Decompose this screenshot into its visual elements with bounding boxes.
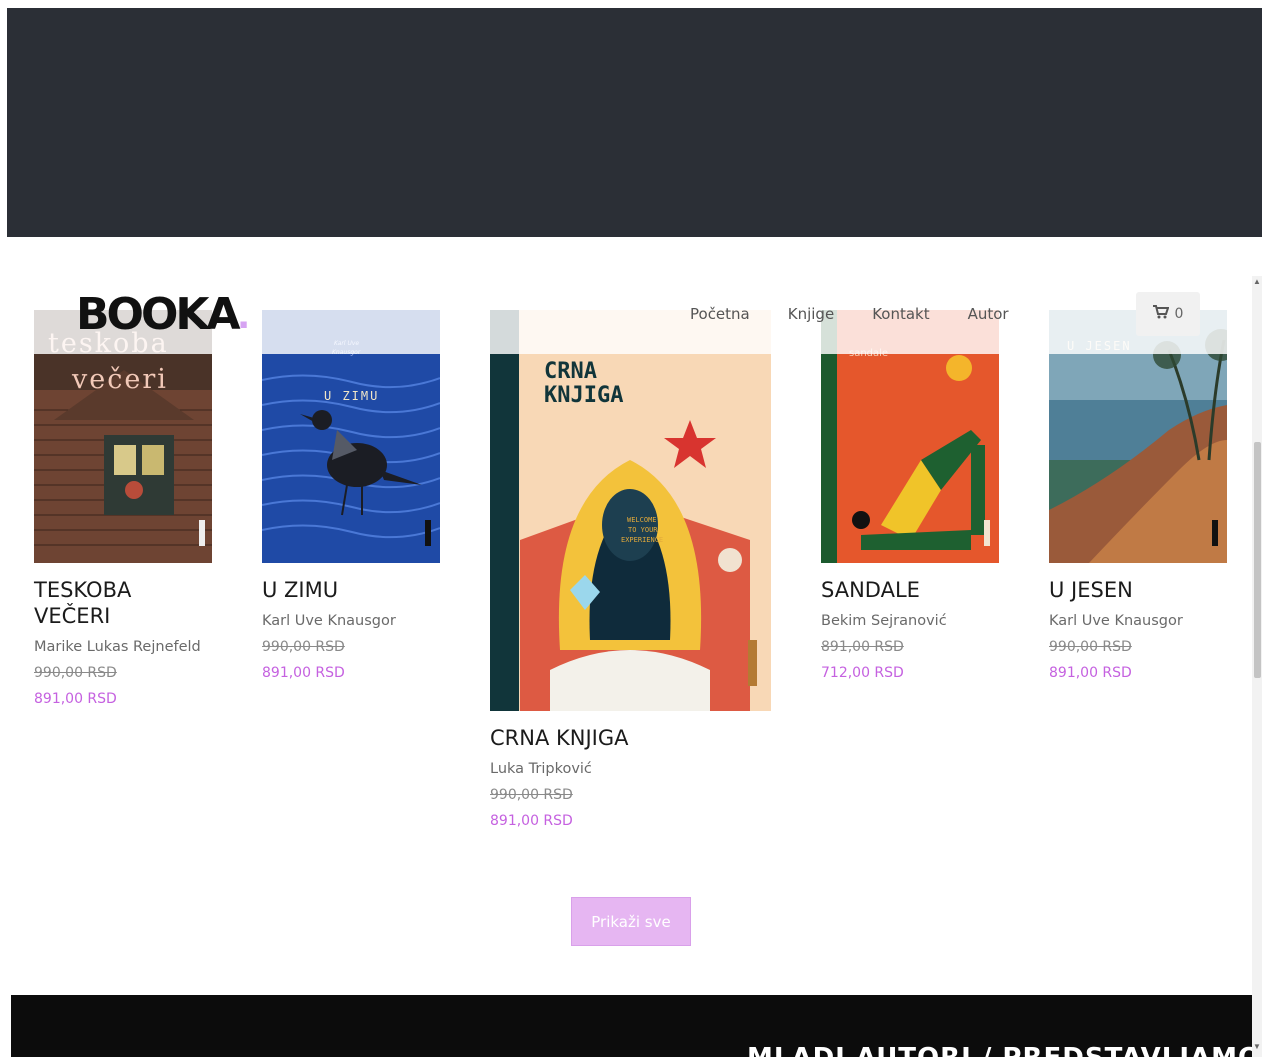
svg-text:TO YOUR: TO YOUR [628,526,658,534]
nav-item-knjige[interactable]: Knjige [788,305,834,323]
svg-text:U ZIMU: U ZIMU [324,389,379,403]
product-title[interactable]: U ZIMU [262,577,440,603]
product-card[interactable]: U JESEN U JESEN Karl Uve Knausgor 990,00… [1049,310,1227,681]
product-author: Karl Uve Knausgor [1049,613,1183,629]
nav-item-kontakt[interactable]: Kontakt [872,305,929,323]
product-title[interactable]: TESKOBA VEČERI [34,577,184,629]
main-nav: Početna Knjige Kontakt Autor [690,305,1009,323]
product-card[interactable]: sandale SANDALE Bekim Sejranović 891,00 … [821,310,999,681]
product-old-price: 891,00 RSD [821,639,904,655]
cart-button[interactable]: 0 [1136,292,1200,336]
scrollbar-thumb[interactable] [1254,442,1261,678]
product-title[interactable]: U JESEN [1049,577,1227,603]
book-cover[interactable]: CRNA KNJIGA WELCOME TO YOUR EXPERIENCE [490,310,771,711]
site-logo[interactable]: BOOKA. [76,288,250,340]
product-author: Luka Tripković [490,761,592,777]
nav-item-pocetna[interactable]: Početna [690,305,750,323]
product-new-price: 891,00 RSD [34,691,117,707]
product-author: Karl Uve Knausgor [262,613,396,629]
scroll-down-icon[interactable]: ▼ [1253,1042,1261,1051]
product-new-price: 891,00 RSD [262,665,345,681]
cart-count: 0 [1174,306,1184,322]
top-banner [7,8,1262,237]
product-old-price: 990,00 RSD [490,787,573,803]
product-author: Marike Lukas Rejnefeld [34,639,201,655]
cover-art: CRNA KNJIGA WELCOME TO YOUR EXPERIENCE [490,310,771,711]
logo-text: BOOKA [76,288,240,340]
logo-dot: . [237,289,250,338]
show-all-button[interactable]: Prikaži sve [571,897,691,946]
svg-text:WELCOME: WELCOME [627,516,657,524]
product-card[interactable]: CRNA KNJIGA WELCOME TO YOUR EXPERIENCE C… [490,310,771,829]
section-title: MLADI AUTORI / PREDSTAVLJAMO [747,1043,1252,1057]
featured-authors-section: MLADI AUTORI / PREDSTAVLJAMO [11,995,1252,1057]
product-title[interactable]: CRNA KNJIGA [490,725,771,751]
product-card[interactable]: teskoba večeri TESKOBA VEČERI Marike Luk… [34,310,212,707]
product-new-price: 712,00 RSD [821,665,904,681]
svg-text:EXPERIENCE: EXPERIENCE [621,536,663,544]
product-new-price: 891,00 RSD [490,813,573,829]
product-author: Bekim Sejranović [821,613,947,629]
svg-text:KNJIGA: KNJIGA [544,383,623,408]
product-new-price: 891,00 RSD [1049,665,1132,681]
product-old-price: 990,00 RSD [1049,639,1132,655]
svg-text:večeri: večeri [71,364,168,395]
product-title[interactable]: SANDALE [821,577,999,603]
scroll-up-icon[interactable]: ▲ [1253,277,1261,286]
page-content: teskoba večeri TESKOBA VEČERI Marike Luk… [0,237,1262,1057]
product-card[interactable]: Karl Uve Knausgor U ZIMU U ZIMU Karl Uve… [262,310,440,681]
svg-text:CRNA: CRNA [544,359,597,384]
cart-icon [1152,305,1169,323]
product-old-price: 990,00 RSD [34,665,117,681]
product-old-price: 990,00 RSD [262,639,345,655]
nav-item-autor[interactable]: Autor [968,305,1009,323]
